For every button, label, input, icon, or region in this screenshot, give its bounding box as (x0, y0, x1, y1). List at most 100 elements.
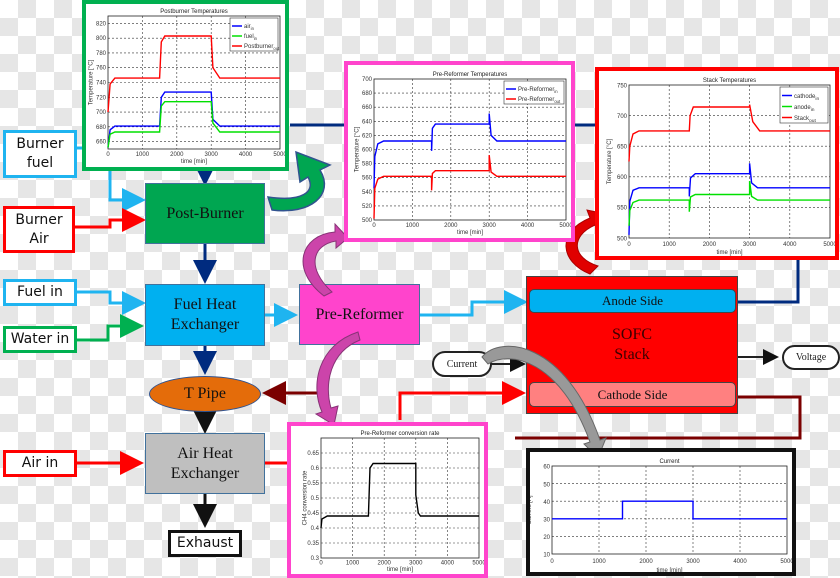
y-axis-label: Temperature [°C] (607, 138, 613, 184)
y-tick-label: 640 (362, 119, 373, 125)
x-axis-label: time [min] (457, 230, 483, 236)
x-tick-label: 3000 (205, 152, 219, 158)
y-tick-label: 750 (617, 83, 628, 89)
x-tick-label: 1000 (346, 561, 360, 567)
y-tick-label: 680 (96, 125, 107, 131)
y-tick-label: 580 (362, 162, 373, 168)
y-tick-label: 600 (617, 175, 628, 181)
x-tick-label: 3000 (409, 561, 423, 567)
cathode-side-block[interactable]: Cathode Side (529, 382, 736, 407)
current-input[interactable]: Current (432, 351, 492, 377)
x-tick-label: 5000 (823, 242, 835, 248)
x-tick-label: 1000 (136, 152, 150, 158)
series-line-Pre-Reformer_in (373, 113, 566, 189)
y-tick-label: 500 (617, 236, 628, 242)
prereformer-chart-svg: Pre-Reformer Temperatures 0 1000 2000 3000 40… (354, 72, 571, 236)
y-tick-label: 0.65 (307, 451, 319, 457)
chart-title: Pre-Reformer conversion rate (360, 431, 440, 437)
y-tick-label: 620 (362, 133, 373, 139)
y-tick-label: 700 (96, 110, 107, 116)
y-tick-label: 560 (362, 176, 373, 182)
x-axis-label: time [min] (656, 568, 682, 572)
prereformer-temperatures-chart: Pre-Reformer Temperatures 0 1000 2000 3000 40… (344, 61, 575, 242)
y-axis-label: CH4 conversion rate (303, 470, 309, 525)
air-in-input[interactable]: Air in (3, 450, 77, 477)
y-tick-label: 500 (362, 218, 373, 224)
y-tick-label: 680 (362, 91, 373, 97)
water-in-line (77, 314, 144, 342)
x-tick-label: 0 (372, 223, 376, 229)
series-line-CH4_conversion (320, 462, 479, 529)
y-axis-label: Temperature [°C] (354, 126, 360, 172)
y-tick-label: 60 (543, 465, 550, 471)
prereformer-to-anode-line (420, 290, 528, 317)
x-tick-label: 3000 (483, 223, 497, 229)
fuel-heat-exchanger-block[interactable]: Fuel Heat Exchanger (145, 284, 265, 346)
x-axis-label: time [min] (181, 159, 207, 165)
burner-fuel-input[interactable]: Burner fuel (3, 130, 77, 178)
y-tick-label: 700 (617, 114, 628, 120)
y-tick-label: 760 (96, 66, 107, 72)
y-tick-label: 0.45 (307, 511, 319, 517)
legend-entry: Postburnerout (244, 44, 280, 51)
y-tick-label: 600 (362, 148, 373, 154)
x-tick-label: 2000 (170, 152, 184, 158)
chart-title: Pre-Reformer Temperatures (433, 72, 508, 78)
x-tick-label: 5000 (559, 223, 571, 229)
x-tick-label: 0 (627, 242, 631, 248)
x-axis-label: time [min] (716, 250, 742, 256)
pre-reformer-block[interactable]: Pre-Reformer (299, 284, 420, 345)
y-tick-label: 0.6 (311, 466, 320, 472)
postburner-chart-svg: Postburner Temperatures 0 1000 2000 3000 4000… (88, 9, 285, 165)
y-tick-label: 660 (96, 140, 107, 146)
voltage-output[interactable]: Voltage (782, 345, 840, 370)
x-tick-label: 5000 (472, 561, 484, 567)
x-tick-label: 2000 (444, 223, 458, 229)
plot-area (551, 465, 788, 555)
y-tick-label: 40 (543, 500, 550, 506)
x-tick-label: 0 (550, 559, 554, 565)
y-tick-label: 0.55 (307, 481, 319, 487)
burner-air-input[interactable]: Burner Air (3, 206, 75, 253)
air-heat-exchanger-block[interactable]: Air Heat Exchanger (145, 433, 265, 494)
x-tick-label: 0 (319, 561, 323, 567)
post-burner-block[interactable]: Post-Burner (145, 183, 265, 244)
series-line-cathode_in (628, 163, 830, 235)
x-tick-label: 4000 (733, 559, 747, 565)
y-tick-label: 30 (543, 517, 550, 523)
y-tick-label: 800 (96, 36, 107, 42)
y-tick-label: 700 (362, 77, 373, 83)
y-axis-label: Current [A] (530, 495, 533, 524)
water-in-input[interactable]: Water in (3, 326, 77, 353)
exhaust-output[interactable]: Exhaust (168, 530, 242, 557)
x-tick-label: 1000 (406, 223, 420, 229)
y-tick-label: 720 (96, 95, 107, 101)
postburner-temperatures-chart: Postburner Temperatures 0 1000 2000 3000 4000… (82, 0, 289, 171)
series-line-fuel_in (107, 101, 280, 148)
y-tick-label: 20 (543, 535, 550, 541)
t-pipe-block[interactable]: T Pipe (149, 376, 261, 412)
current-chart-svg: Current 0 1000 2000 3000 4000 5000 10 20 30 40 50 60… (530, 459, 792, 572)
series-line-Pre-Reformer_out (373, 155, 566, 219)
x-tick-label: 3000 (686, 559, 700, 565)
legend-entry: Pre-Reformerout (518, 97, 561, 104)
x-tick-label: 2000 (378, 561, 392, 567)
x-tick-label: 3000 (743, 242, 757, 248)
stack-chart-svg: Stack Temperatures 0 1000 2000 3000 4000 5000 5… (607, 78, 835, 256)
x-tick-label: 0 (106, 152, 110, 158)
stack-temperatures-chart: Stack Temperatures 0 1000 2000 3000 4000 5000 5… (595, 67, 839, 260)
y-tick-label: 0.35 (307, 541, 319, 547)
fuel-in-input[interactable]: Fuel in (3, 279, 77, 306)
x-tick-label: 1000 (592, 559, 606, 565)
current-chart: Current 0 1000 2000 3000 4000 5000 10 20 30 40 50 60… (526, 448, 796, 576)
x-tick-label: 1000 (663, 242, 677, 248)
conversion-chart-svg: Pre-Reformer conversion rate 0 1000 2000 300… (303, 431, 484, 573)
chart-title: Current (659, 459, 679, 465)
y-tick-label: 740 (96, 81, 107, 87)
y-tick-label: 520 (362, 204, 373, 210)
conversion-rate-chart: Pre-Reformer conversion rate 0 1000 2000 300… (287, 422, 488, 578)
x-tick-label: 4000 (441, 561, 455, 567)
anode-side-block[interactable]: Anode Side (529, 289, 736, 313)
y-axis-label: Temperature [°C] (88, 59, 94, 105)
chart-title: Stack Temperatures (703, 78, 756, 84)
